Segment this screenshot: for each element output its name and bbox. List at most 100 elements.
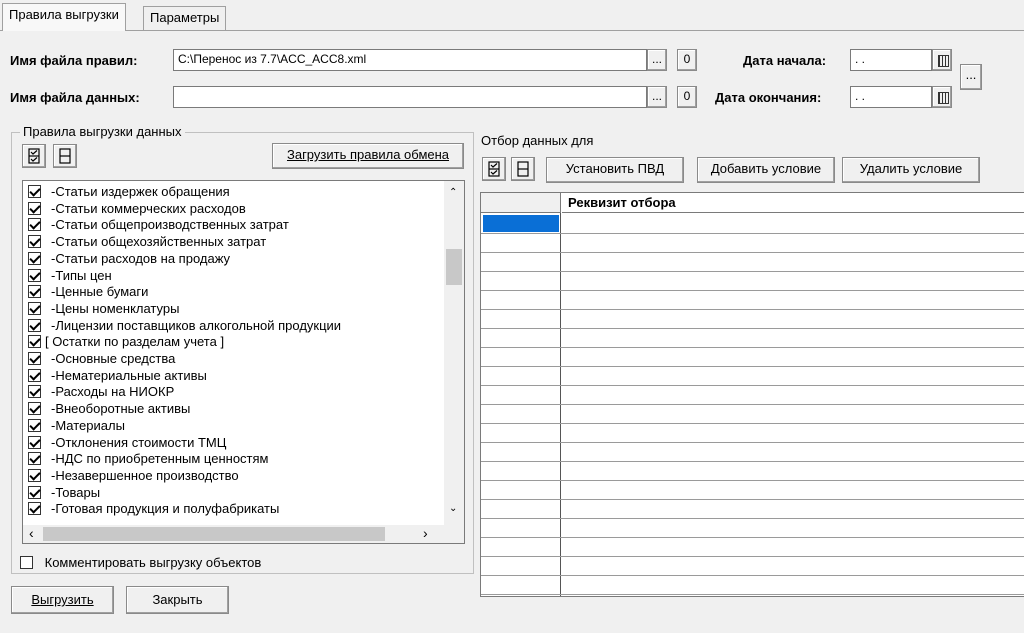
rules-tree-item-label: -Незавершенное производство xyxy=(51,467,239,483)
date-end-input[interactable]: . . xyxy=(850,86,932,108)
grid-row-line xyxy=(481,499,1024,500)
rules-tree-vertical-scrollbar[interactable]: ⌃ ⌄ xyxy=(444,181,464,525)
rules-tree-item-checkbox[interactable] xyxy=(28,435,41,449)
grid-row-line xyxy=(481,518,1024,519)
check-all-icon xyxy=(28,148,40,164)
rules-tree-item-checkbox[interactable] xyxy=(28,185,41,198)
rules-file-label: Имя файла правил: xyxy=(10,53,138,68)
rules-tree-item-checkbox[interactable] xyxy=(28,301,41,315)
rules-tree-item-checkbox[interactable] xyxy=(28,502,41,516)
rules-tree-item-checkbox[interactable] xyxy=(28,485,41,499)
data-file-browse-button[interactable]: ... xyxy=(647,86,667,108)
rules-tree-item[interactable]: -Внеоборотные активы xyxy=(28,401,190,418)
close-button[interactable]: Закрыть xyxy=(126,586,229,614)
check-all-button[interactable] xyxy=(22,144,46,168)
grid-row-line xyxy=(481,442,1024,443)
rules-tree-item-checkbox[interactable] xyxy=(28,201,41,215)
rules-tree-item[interactable]: -Статьи расходов на продажу xyxy=(28,251,230,268)
scroll-left-icon[interactable]: ‹ xyxy=(29,525,34,541)
export-button[interactable]: Выгрузить xyxy=(11,586,114,614)
uncheck-all-button[interactable] xyxy=(53,144,77,168)
rules-tree-item[interactable]: -Типы цен xyxy=(28,268,112,285)
scroll-up-icon[interactable]: ⌃ xyxy=(449,187,457,198)
rules-tree-item-checkbox[interactable] xyxy=(28,368,41,382)
filter-uncheck-all-button[interactable] xyxy=(511,157,535,181)
load-rules-button[interactable]: Загрузить правила обмена xyxy=(272,143,464,169)
rules-tree-item-label: -Цены номенклатуры xyxy=(51,300,180,316)
rules-tree-item[interactable]: -Статьи общепроизводственных затрат xyxy=(28,217,289,234)
rules-tree-item-checkbox[interactable] xyxy=(28,268,41,282)
rules-file-open-button[interactable]: 0 xyxy=(677,49,697,71)
filter-grid[interactable]: Реквизит отбора xyxy=(480,192,1024,597)
rules-tree-item-label: -Расходы на НИОКР xyxy=(51,384,175,400)
rules-tree-item-checkbox[interactable] xyxy=(28,318,41,332)
rules-tree-item[interactable]: [ Остатки по разделам учета ] xyxy=(28,334,224,351)
rules-tree-item[interactable]: -Основные средства xyxy=(28,351,175,368)
data-file-open-button[interactable]: 0 xyxy=(677,86,697,108)
grid-column-header[interactable]: Реквизит отбора xyxy=(562,193,1024,213)
comment-checkbox-label: Комментировать выгрузку объектов xyxy=(44,555,262,570)
rules-tree-item[interactable]: -Ценные бумаги xyxy=(28,284,148,301)
rules-tree-item[interactable]: -Готовая продукция и полуфабрикаты xyxy=(28,501,279,518)
comment-checkbox-row[interactable]: Комментировать выгрузку объектов xyxy=(20,555,261,570)
rules-tree-item[interactable]: -Статьи общехозяйственных затрат xyxy=(28,234,266,251)
rules-tree-item[interactable]: -Отклонения стоимости ТМЦ xyxy=(28,435,226,452)
rules-tree-item-checkbox[interactable] xyxy=(28,251,41,265)
rules-tree-item-checkbox[interactable] xyxy=(28,468,41,482)
rules-tree-item-label: [ Остатки по разделам учета ] xyxy=(45,334,225,350)
set-pvd-button[interactable]: Установить ПВД xyxy=(546,157,684,183)
vertical-scroll-thumb[interactable] xyxy=(446,249,462,285)
rules-tree-item[interactable]: -Незавершенное производство xyxy=(28,468,239,485)
tab-export-rules[interactable]: Правила выгрузки xyxy=(2,3,126,31)
grid-row-line xyxy=(481,423,1024,424)
rules-tree-item-label: -Товары xyxy=(51,484,101,500)
rules-group-title: Правила выгрузки данных xyxy=(20,124,185,139)
data-file-input[interactable] xyxy=(173,86,647,108)
tab-parameters[interactable]: Параметры xyxy=(143,6,227,30)
rules-tree-item[interactable]: -Статьи издержек обращения xyxy=(28,184,230,201)
horizontal-scroll-thumb[interactable] xyxy=(43,527,385,541)
rules-tree-item[interactable]: -Лицензии поставщиков алкогольной продук… xyxy=(28,318,341,335)
rules-file-browse-button[interactable]: ... xyxy=(647,49,667,71)
grid-row-line xyxy=(481,252,1024,253)
rules-tree-item-checkbox[interactable] xyxy=(28,335,41,349)
rules-tree-item-checkbox[interactable] xyxy=(28,352,41,365)
grid-row-line xyxy=(481,233,1024,234)
date-start-calendar-icon[interactable] xyxy=(932,49,952,71)
rules-tree-item[interactable]: -Материалы xyxy=(28,418,125,435)
grid-selected-cell[interactable] xyxy=(483,215,559,232)
date-end-calendar-icon[interactable] xyxy=(932,86,952,108)
grid-row-line xyxy=(481,480,1024,481)
rules-tree-item-label: -Ценные бумаги xyxy=(51,284,149,300)
rules-tree-item-checkbox[interactable] xyxy=(28,235,41,249)
comment-checkbox[interactable] xyxy=(20,556,33,569)
rules-tree-horizontal-scrollbar[interactable]: ‹ › xyxy=(23,525,464,543)
scroll-right-icon[interactable]: › xyxy=(423,525,428,541)
rules-file-input[interactable]: C:\Перенос из 7.7\ACC_ACC8.xml xyxy=(173,49,647,71)
date-start-input[interactable]: . . xyxy=(850,49,932,71)
rules-tree[interactable]: -Статьи издержек обращения -Статьи коммер… xyxy=(22,180,465,544)
rules-tree-item-checkbox[interactable] xyxy=(28,452,41,466)
rules-tree-item-checkbox[interactable] xyxy=(28,218,41,232)
add-condition-button[interactable]: Добавить условие xyxy=(697,157,835,183)
date-start-label: Дата начала: xyxy=(743,53,827,68)
rules-tree-item[interactable]: -Статьи коммерческих расходов xyxy=(28,201,246,218)
rules-tree-item[interactable]: -Цены номенклатуры xyxy=(28,301,179,318)
rules-tree-item[interactable]: -Товары xyxy=(28,485,100,502)
grid-row-line xyxy=(481,328,1024,329)
filter-uncheck-all-icon xyxy=(517,161,529,177)
rules-tree-item-checkbox[interactable] xyxy=(28,402,41,416)
rules-tree-item[interactable]: -Расходы на НИОКР xyxy=(28,384,174,401)
grid-row-line xyxy=(481,290,1024,291)
tab-bar: Правила выгрузки Параметры xyxy=(0,0,1024,31)
rules-tree-item[interactable]: -НДС по приобретенным ценностям xyxy=(28,451,268,468)
remove-condition-button[interactable]: Удалить условие xyxy=(842,157,980,183)
rules-tree-item[interactable]: -Нематериальные активы xyxy=(28,368,207,385)
scroll-down-icon[interactable]: ⌄ xyxy=(449,503,457,514)
grid-row-line xyxy=(481,404,1024,405)
period-select-button[interactable]: ... xyxy=(960,64,982,90)
rules-tree-item-checkbox[interactable] xyxy=(28,285,41,299)
rules-tree-item-checkbox[interactable] xyxy=(28,418,41,432)
rules-tree-item-checkbox[interactable] xyxy=(28,385,41,399)
filter-check-all-button[interactable] xyxy=(482,157,506,181)
